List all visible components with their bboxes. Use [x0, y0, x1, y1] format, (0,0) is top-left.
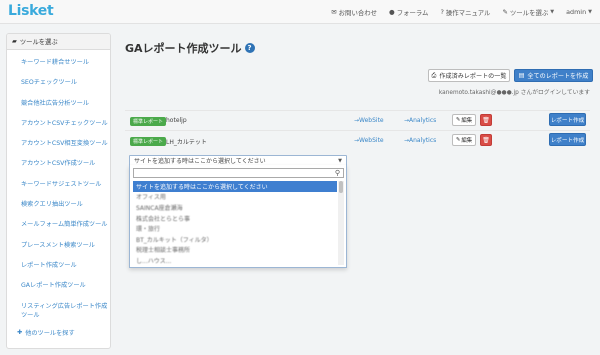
- question-icon: ?: [440, 8, 444, 16]
- search-icon: ⚲: [334, 169, 340, 177]
- standard-report-badge: 標準レポート: [130, 137, 167, 146]
- nav-tools-dropdown[interactable]: ✎ ツールを選ぶ ▼: [502, 8, 554, 17]
- pencil-icon: ✎: [455, 117, 461, 123]
- sidebar: ▰ ツールを選ぶ キーワード耕合せツール SEOチェックツール 競合他社広告分析…: [6, 33, 111, 349]
- sidebar-item-report[interactable]: レポート作成ツール: [7, 257, 110, 277]
- chevron-down-icon: ▼: [338, 158, 342, 164]
- trash-icon: 🗑: [482, 136, 490, 144]
- sidebar-item-mailform[interactable]: メールフォーム簡単作成ツール: [7, 216, 110, 236]
- dropdown-option[interactable]: 税理士相談士事務所: [133, 245, 337, 256]
- sidebar-item-placement[interactable]: プレースメント検索ツール: [7, 237, 110, 257]
- site-row: 標準レポート hoteljp →WebSite →Analytics ✎ 編集 …: [125, 110, 590, 130]
- nav-tools-label: ツールを選ぶ: [509, 8, 549, 17]
- nav-forum-label: フォーラム: [396, 8, 429, 17]
- sidebar-item-csv-convert[interactable]: アカウントCSV相互変換ツール: [7, 135, 110, 155]
- dropdown-option[interactable]: オフィス用: [133, 192, 337, 203]
- dropdown-search-input[interactable]: ⚲: [133, 168, 344, 178]
- plus-icon: ✚: [17, 328, 23, 336]
- report-list-button[interactable]: ⎙ 作成済みレポートの一覧: [428, 69, 510, 82]
- nav-manual[interactable]: ? 操作マニュアル: [440, 8, 490, 17]
- nav-contact-label: お問い合わせ: [338, 8, 378, 17]
- chevron-down-icon: ▼: [588, 9, 592, 15]
- sidebar-item-competitor-ads[interactable]: 競合他社広告分析ツール: [7, 95, 110, 115]
- sidebar-more-link[interactable]: ✚ 他のツールを探す: [7, 328, 110, 337]
- nav-user-dropdown[interactable]: admin ▼: [566, 8, 592, 16]
- sidebar-item-csv-check[interactable]: アカウントCSVチェックツール: [7, 115, 110, 135]
- sidebar-item-listing-report[interactable]: リスティング広告レポート作成ツール: [7, 298, 110, 324]
- create-report-button[interactable]: レポート作成: [549, 133, 586, 146]
- edit-label: 編集: [461, 118, 473, 124]
- edit-button[interactable]: ✎ 編集: [452, 114, 476, 126]
- dropdown-option[interactable]: し...ハウス...: [133, 255, 337, 266]
- report-list-label: 作成済みレポートの一覧: [439, 73, 507, 80]
- login-message: kanemoto.takashi@●●●.jp さんがログインしています: [438, 90, 590, 96]
- analytics-link[interactable]: →Analytics: [404, 117, 436, 124]
- standard-report-badge: 標準レポート: [130, 117, 167, 126]
- page-title: GAレポート作成ツール ?: [125, 40, 255, 56]
- page-title-text: GAレポート作成ツール: [125, 42, 242, 55]
- site-select-dropdown: ⚲ サイトを追加する時はここから選択してください オフィス用 SAINCA座倉瀬…: [129, 165, 347, 268]
- delete-button[interactable]: 🗑: [480, 114, 492, 126]
- sidebar-list: キーワード耕合せツール SEOチェックツール 競合他社広告分析ツール アカウント…: [7, 50, 110, 337]
- nav-manual-label: 操作マニュアル: [445, 8, 491, 17]
- sidebar-item-ga-report[interactable]: GAレポート作成ツール: [7, 277, 110, 297]
- wrench-icon: ✎: [502, 8, 508, 16]
- sidebar-more-label: 他のツールを探す: [25, 329, 75, 337]
- dropdown-scrollbar[interactable]: [338, 181, 344, 265]
- create-all-button[interactable]: ▤ 全てのレポートを作成: [514, 69, 593, 82]
- pencil-icon: ✎: [455, 137, 461, 143]
- sidebar-item-keyword-tool[interactable]: キーワード耕合せツール: [7, 54, 110, 74]
- list-icon: ▤: [518, 72, 525, 79]
- app-logo[interactable]: Lisket: [8, 3, 54, 19]
- sidebar-item-query-extract[interactable]: 検索クエリ抽出ツール: [7, 196, 110, 216]
- dropdown-option[interactable]: 株式会社とらとら事: [133, 213, 337, 224]
- website-link[interactable]: →WebSite: [354, 117, 384, 124]
- dropdown-option[interactable]: SAINCA座倉瀬海: [133, 202, 337, 213]
- analytics-link[interactable]: →Analytics: [404, 137, 436, 144]
- website-link[interactable]: →WebSite: [354, 137, 384, 144]
- dropdown-option[interactable]: BT_カルキット（フィルタ）: [133, 234, 337, 245]
- nav-user-label: admin: [566, 8, 587, 16]
- dropdown-option[interactable]: サイトを追加する時はここから選択してください: [133, 181, 337, 192]
- sidebar-item-csv-create[interactable]: アカウントCSV作成ツール: [7, 155, 110, 175]
- sidebar-item-keyword-suggest[interactable]: キーワードサジェストツール: [7, 176, 110, 196]
- edit-label: 編集: [461, 138, 473, 144]
- nav-forum[interactable]: ● フォーラム: [389, 8, 428, 17]
- sidebar-header: ▰ ツールを選ぶ: [7, 34, 110, 50]
- chat-icon: ✉: [331, 8, 337, 16]
- dropdown-option[interactable]: 環・旅行: [133, 223, 337, 234]
- site-row: 標準レポート LH_カルテット →WebSite →Analytics ✎ 編集…: [125, 130, 590, 150]
- sidebar-heading: ツールを選ぶ: [19, 39, 58, 46]
- create-report-button[interactable]: レポート作成: [549, 113, 586, 126]
- edit-button[interactable]: ✎ 編集: [452, 134, 476, 146]
- create-all-label: 全てのレポートを作成: [527, 73, 589, 80]
- chevron-down-icon: ▼: [550, 9, 555, 15]
- dropdown-options: サイトを追加する時はここから選択してください オフィス用 SAINCA座倉瀬海 …: [133, 181, 337, 266]
- sidebar-item-seo-check[interactable]: SEOチェックツール: [7, 74, 110, 94]
- nav-contact[interactable]: ✉ お問い合わせ: [331, 8, 377, 17]
- folder-icon: ▰: [12, 38, 17, 45]
- comment-icon: ●: [389, 8, 395, 16]
- site-select-value: サイトを追加する時はここから選択してください: [134, 158, 266, 165]
- delete-button[interactable]: 🗑: [480, 134, 492, 146]
- scrollbar-thumb[interactable]: [339, 181, 343, 193]
- site-name: LH_カルテット: [166, 139, 207, 146]
- top-navbar: Lisket ✉ お問い合わせ ● フォーラム ? 操作マニュアル ✎ ツールを…: [0, 0, 600, 24]
- top-nav: ✉ お問い合わせ ● フォーラム ? 操作マニュアル ✎ ツールを選ぶ ▼ ad…: [331, 0, 592, 24]
- help-icon[interactable]: ?: [244, 43, 255, 53]
- site-name: hoteljp: [166, 117, 187, 124]
- trash-icon: 🗑: [482, 116, 490, 124]
- print-icon: ⎙: [431, 71, 437, 79]
